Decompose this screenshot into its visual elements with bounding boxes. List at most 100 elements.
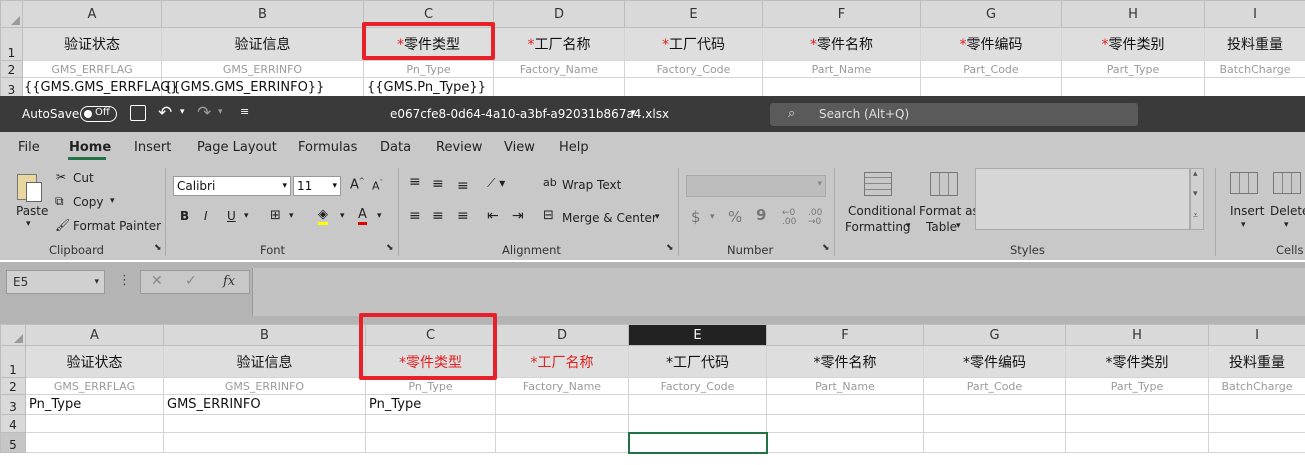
format-table-dropdown-icon[interactable]: ▾ <box>956 221 961 231</box>
data-cell-a3[interactable]: {{GMS.GMS_ERRFLAG} <box>22 77 179 98</box>
conditional-formatting-label[interactable]: Formatting <box>845 220 911 234</box>
data-cell-a3[interactable]: Pn_Type <box>25 394 164 415</box>
font-color-icon[interactable]: A <box>358 207 367 225</box>
formula-input[interactable] <box>252 268 1305 316</box>
header-cell-i[interactable]: 投料重量 <box>1208 345 1305 378</box>
copy-button[interactable]: Copy <box>73 195 103 209</box>
underline-icon[interactable]: U <box>227 209 236 223</box>
data-cell[interactable] <box>495 432 629 453</box>
conditional-formatting-button[interactable]: Conditional <box>848 204 916 218</box>
field-cell-e[interactable]: Factory_Code <box>628 377 767 395</box>
data-cell[interactable] <box>25 432 164 453</box>
field-cell-f[interactable]: Part_Name <box>766 377 924 395</box>
field-cell-g[interactable]: Part_Code <box>923 377 1066 395</box>
header-cell-f[interactable]: *零件名称 <box>762 27 921 61</box>
more-styles-icon[interactable]: ⩡ <box>1193 211 1198 221</box>
header-cell-d[interactable]: *工厂名称 <box>495 345 629 378</box>
field-cell-c[interactable]: Pn_Type <box>365 377 496 395</box>
chevron-up-icon[interactable]: ▴ <box>1193 169 1198 179</box>
customize-qat-icon[interactable]: ≡ <box>240 105 249 118</box>
redo-dropdown-icon[interactable]: ▾ <box>218 107 223 117</box>
column-header-d[interactable]: D <box>495 324 629 346</box>
increase-font-icon[interactable]: A^ <box>350 177 365 192</box>
data-cell-e3[interactable] <box>628 394 767 415</box>
align-bottom-icon[interactable]: ≡ <box>457 178 469 194</box>
align-center-icon[interactable]: ≡ <box>432 208 444 224</box>
data-cell[interactable] <box>365 414 496 433</box>
increase-indent-icon[interactable]: ⇥ <box>512 208 524 224</box>
paste-icon[interactable] <box>14 170 46 204</box>
data-cell[interactable] <box>163 414 366 433</box>
conditional-dropdown-icon[interactable]: ▾ <box>906 221 911 231</box>
field-cell-d[interactable]: Factory_Name <box>493 60 625 78</box>
insert-button[interactable]: Insert <box>1230 204 1264 218</box>
field-cell-h[interactable]: Part_Type <box>1065 377 1209 395</box>
column-header-f[interactable]: F <box>766 324 924 346</box>
enter-icon[interactable]: ✓ <box>185 273 197 289</box>
insert-dropdown-icon[interactable]: ▾ <box>1241 220 1246 230</box>
delete-cells-icon[interactable] <box>1273 172 1301 194</box>
tab-review[interactable]: Review <box>436 140 482 155</box>
redo-icon[interactable]: ↷ <box>197 103 211 123</box>
field-cell-d[interactable]: Factory_Name <box>495 377 629 395</box>
header-cell-h[interactable]: *零件类别 <box>1061 27 1205 61</box>
font-color-dropdown-icon[interactable]: ▾ <box>377 211 382 221</box>
field-cell-f[interactable]: Part_Name <box>762 60 921 78</box>
data-cell[interactable] <box>495 414 629 433</box>
row-header-1[interactable]: 1 <box>0 27 23 61</box>
field-cell-b[interactable]: GMS_ERRINFO <box>163 377 366 395</box>
merge-dropdown-icon[interactable]: ▾ <box>655 212 660 222</box>
field-cell-c[interactable]: Pn_Type <box>363 60 494 78</box>
decrease-font-icon[interactable]: Aˇ <box>372 179 383 193</box>
row-header-3[interactable]: 3 <box>0 394 26 415</box>
fill-color-icon[interactable]: ◈ <box>318 207 328 225</box>
header-cell-g[interactable]: *零件编码 <box>920 27 1062 61</box>
field-cell-a[interactable]: GMS_ERRFLAG <box>25 377 164 395</box>
format-painter-button[interactable]: Format Painter <box>73 219 161 233</box>
percent-icon[interactable]: % <box>728 208 742 226</box>
row-header-2[interactable]: 2 <box>0 60 23 78</box>
column-header-e[interactable]: E <box>628 324 767 346</box>
data-cell-g3[interactable] <box>923 394 1066 415</box>
data-cell[interactable] <box>923 414 1066 433</box>
cell-styles-gallery[interactable] <box>975 168 1190 230</box>
chevron-down-icon[interactable]: ▾ <box>94 271 99 293</box>
data-cell-b3[interactable]: GMS_ERRINFO <box>163 394 366 415</box>
column-header-e[interactable]: E <box>624 0 763 28</box>
column-header-a[interactable]: A <box>22 0 162 28</box>
borders-dropdown-icon[interactable]: ▾ <box>289 211 294 221</box>
decrease-indent-icon[interactable]: ⇤ <box>487 208 499 224</box>
tab-insert[interactable]: Insert <box>134 140 171 155</box>
column-header-i[interactable]: I <box>1208 324 1305 346</box>
delete-button[interactable]: Delete <box>1270 204 1305 218</box>
row-header-3[interactable]: 3 <box>0 77 23 98</box>
undo-icon[interactable]: ↶ <box>158 103 172 123</box>
font-name-dropdown[interactable]: Calibri ▾ <box>173 176 291 196</box>
cancel-icon[interactable]: ✕ <box>151 273 163 289</box>
data-cell-d3[interactable] <box>493 77 625 98</box>
field-cell-i[interactable]: BatchCharge <box>1204 60 1305 78</box>
data-cell-h3[interactable] <box>1061 77 1205 98</box>
field-cell-g[interactable]: Part_Code <box>920 60 1062 78</box>
copy-dropdown-icon[interactable]: ▾ <box>110 196 115 206</box>
format-as-table-icon[interactable] <box>930 172 958 196</box>
header-cell-f[interactable]: *零件名称 <box>766 345 924 378</box>
column-header-d[interactable]: D <box>493 0 625 28</box>
data-cell[interactable] <box>923 432 1066 453</box>
field-cell-b[interactable]: GMS_ERRINFO <box>161 60 364 78</box>
paste-dropdown-icon[interactable]: ▾ <box>26 219 31 229</box>
field-cell-e[interactable]: Factory_Code <box>624 60 763 78</box>
row-header-4[interactable]: 4 <box>0 414 26 433</box>
save-icon[interactable] <box>130 105 146 121</box>
font-size-dropdown[interactable]: 11 ▾ <box>293 176 341 196</box>
name-box[interactable]: E5 ▾ <box>6 270 105 294</box>
data-cell-i3[interactable] <box>1208 394 1305 415</box>
tab-data[interactable]: Data <box>380 140 411 155</box>
undo-dropdown-icon[interactable]: ▾ <box>180 107 185 117</box>
tab-view[interactable]: View <box>504 140 535 155</box>
tab-home[interactable]: Home <box>69 140 111 155</box>
data-cell-c3[interactable]: Pn_Type <box>365 394 496 415</box>
data-cell[interactable] <box>1065 414 1209 433</box>
search-box[interactable]: ⌕ Search (Alt+Q) <box>770 103 1138 126</box>
bold-icon[interactable]: B <box>180 209 189 223</box>
